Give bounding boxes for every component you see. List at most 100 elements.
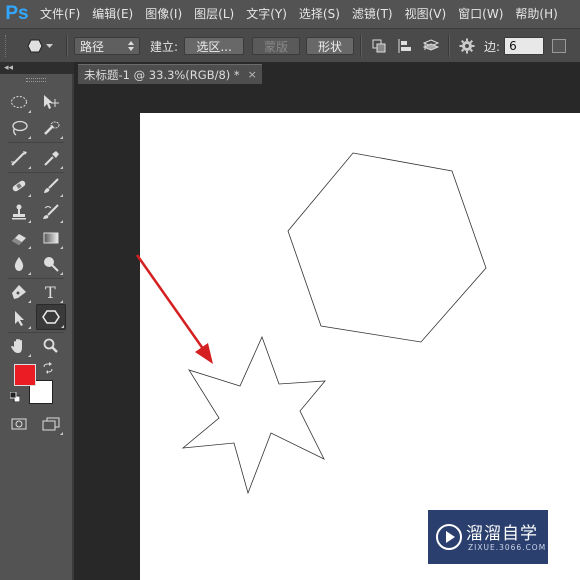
path-operations-icon <box>372 39 386 53</box>
clone-stamp-tool[interactable] <box>6 200 32 224</box>
options-divider <box>360 35 363 57</box>
hand-tool[interactable] <box>6 334 32 358</box>
eyedropper-tool[interactable] <box>38 146 64 170</box>
type-icon: T <box>45 284 56 300</box>
make-label: 建立: <box>150 39 179 54</box>
arrange-layers-icon <box>422 39 440 51</box>
sides-label: 边: <box>484 39 501 54</box>
default-colors-button[interactable] <box>8 390 22 404</box>
menu-filter[interactable]: 滤镜(T) <box>346 0 399 28</box>
gear-icon <box>459 38 475 54</box>
chevron-down-icon <box>46 43 53 48</box>
make-shape-button[interactable]: 形状 <box>306 37 355 55</box>
magnifier-icon <box>43 338 58 353</box>
hexagon-icon <box>27 39 43 53</box>
document-tab-bar: 未标题-1 @ 33.3%(RGB/8) * × <box>74 62 580 84</box>
lasso-tool[interactable] <box>6 116 32 140</box>
elliptical-marquee-icon <box>11 96 27 108</box>
hexagon-icon <box>42 310 60 324</box>
app-logo: Ps <box>5 3 29 24</box>
brush-icon <box>44 178 59 193</box>
menu-layer[interactable]: 图层(L) <box>188 0 240 28</box>
pen-icon <box>12 285 26 299</box>
updown-arrows-icon <box>128 41 134 51</box>
path-arrangement-button[interactable] <box>420 35 442 57</box>
toolbox-divider <box>8 172 64 173</box>
menu-window[interactable]: 窗口(W) <box>452 0 509 28</box>
tool-preset-picker[interactable] <box>20 36 60 56</box>
stamp-icon <box>12 204 26 220</box>
dodge-icon <box>44 257 59 272</box>
make-mask-button[interactable]: 蒙版 <box>252 37 301 55</box>
eraser-tool[interactable] <box>6 226 32 250</box>
path-alignment-button[interactable] <box>394 35 416 57</box>
spot-healing-tool[interactable] <box>6 174 32 198</box>
menu-image[interactable]: 图像(I) <box>139 0 188 28</box>
dodge-tool[interactable] <box>38 252 64 276</box>
hand-icon <box>11 339 22 353</box>
watermark: 溜溜自学 ZIXUE.3066.COM <box>428 510 548 564</box>
default-colors-icon <box>10 392 20 402</box>
quick-selection-icon <box>44 121 60 135</box>
menu-view[interactable]: 视图(V) <box>399 0 453 28</box>
lasso-icon <box>12 120 28 136</box>
screen-mode-button[interactable] <box>38 412 64 436</box>
path-operations-button[interactable] <box>368 35 390 57</box>
swap-colors-button[interactable] <box>40 360 56 376</box>
polygon-tool[interactable] <box>36 304 66 330</box>
quick-mask-button[interactable] <box>6 412 32 436</box>
quick-selection-tool[interactable] <box>38 116 64 140</box>
mode-select-value: 路径 <box>80 39 105 54</box>
play-logo-icon <box>436 524 462 550</box>
toolbox: T <box>0 74 72 580</box>
align-edges-checkbox[interactable] <box>552 39 567 53</box>
type-tool[interactable]: T <box>38 280 64 304</box>
toolbox-header[interactable]: ◂◂ <box>0 62 74 74</box>
menu-select[interactable]: 选择(S) <box>293 0 346 28</box>
watermark-text: 溜溜自学 <box>466 524 538 544</box>
screen-mode-icon <box>42 417 60 431</box>
crop-tool[interactable] <box>6 146 32 170</box>
toolbox-divider <box>8 332 64 333</box>
options-divider <box>448 35 451 57</box>
menu-file[interactable]: 文件(F) <box>34 0 86 28</box>
toolbox-divider <box>8 278 64 279</box>
close-tab-icon[interactable]: × <box>248 68 257 81</box>
blur-tool[interactable] <box>6 252 32 276</box>
brush-tool[interactable] <box>38 174 64 198</box>
move-tool[interactable] <box>38 90 64 114</box>
marquee-tool[interactable] <box>6 90 32 114</box>
swap-arrows-icon <box>43 362 53 374</box>
menu-edit[interactable]: 编辑(E) <box>86 0 139 28</box>
path-selection-tool[interactable] <box>6 306 32 330</box>
menu-type[interactable]: 文字(Y) <box>240 0 293 28</box>
eraser-icon <box>12 234 26 245</box>
options-grip <box>5 35 12 57</box>
pen-tool[interactable] <box>6 280 32 304</box>
mode-select[interactable]: 路径 <box>74 37 140 55</box>
svg-text:T: T <box>45 284 56 300</box>
zoom-tool[interactable] <box>38 334 64 358</box>
bandage-icon <box>12 180 26 192</box>
geometry-options-button[interactable] <box>456 35 478 57</box>
water-drop-icon <box>14 257 24 271</box>
make-selection-button[interactable]: 选区... <box>184 37 245 55</box>
document-tab-title: 未标题-1 @ 33.3%(RGB/8) * <box>84 67 240 82</box>
options-divider <box>66 35 68 57</box>
menu-help[interactable]: 帮助(H) <box>509 0 563 28</box>
foreground-color-swatch[interactable] <box>14 364 36 386</box>
gradient-tool[interactable] <box>38 226 64 250</box>
history-brush-tool[interactable] <box>38 200 64 224</box>
direct-select-icon <box>15 311 24 326</box>
move-icon <box>44 95 59 109</box>
document-tab[interactable]: 未标题-1 @ 33.3%(RGB/8) * × <box>78 64 262 84</box>
history-brush-icon <box>43 204 59 219</box>
sides-input[interactable]: 6 <box>504 37 545 55</box>
crop-icon <box>11 151 27 166</box>
options-bar: 路径 建立: 选区... 蒙版 形状 边: 6 <box>0 28 580 64</box>
collapse-panel-icon[interactable]: ◂◂ <box>4 62 13 74</box>
menu-bar: Ps 文件(F) 编辑(E) 图像(I) 图层(L) 文字(Y) 选择(S) 滤… <box>0 0 580 28</box>
eyedropper-icon <box>44 151 59 166</box>
gradient-icon <box>43 232 59 244</box>
quick-mask-icon <box>11 418 27 430</box>
